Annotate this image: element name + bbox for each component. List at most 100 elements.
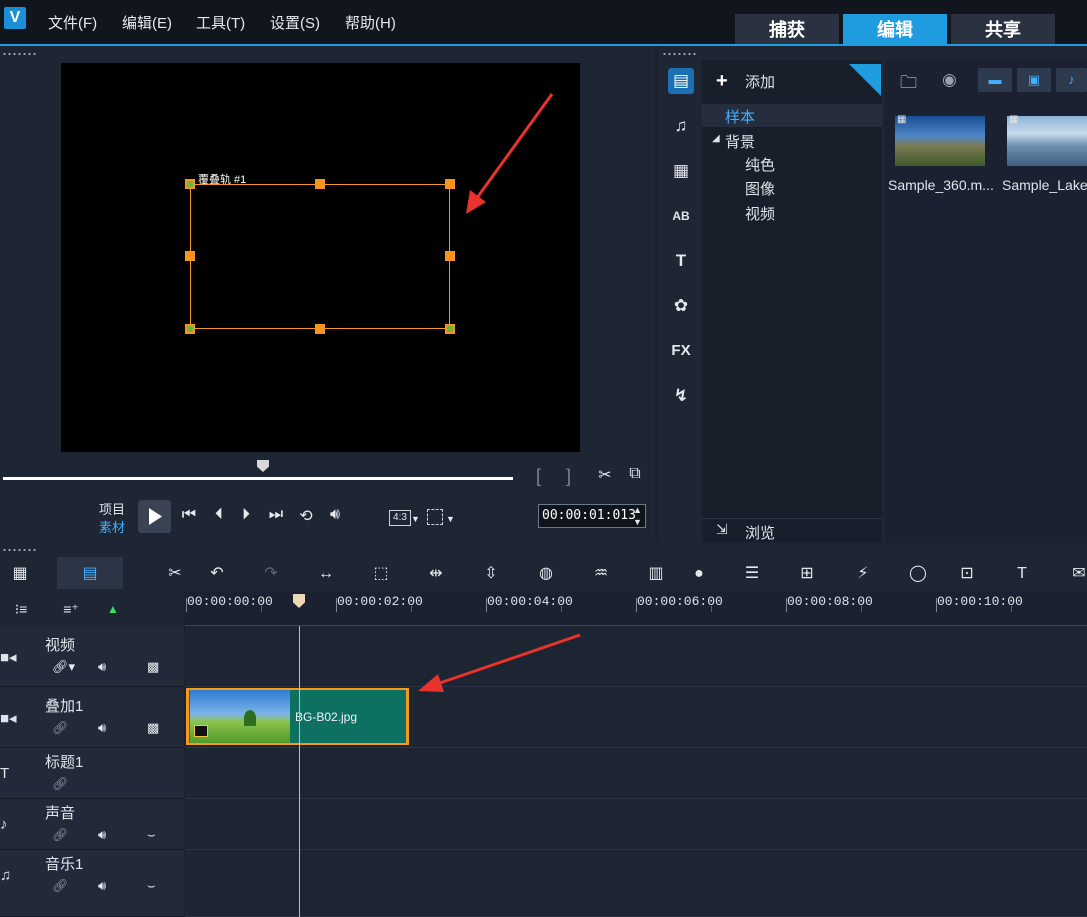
menu-help[interactable]: 帮助(H) xyxy=(345,12,396,33)
subtitle-icon[interactable]: ☰ xyxy=(739,563,765,585)
resize-handle-right[interactable] xyxy=(445,251,455,261)
track-volume-icon[interactable]: 🔊︎ xyxy=(98,720,106,736)
split-screen-icon[interactable]: ⊞ xyxy=(794,563,820,585)
media-library-icon[interactable]: ▤ xyxy=(668,68,694,94)
filter-fx-icon[interactable]: FX xyxy=(668,338,694,364)
aspect-dropdown-icon[interactable]: ▼ xyxy=(411,514,420,524)
resize-handle-bottom-left[interactable] xyxy=(185,324,195,334)
timecode-stepper-icon[interactable]: ▲ ▼ xyxy=(633,504,642,528)
timeline-view-icon[interactable]: ▤ xyxy=(77,563,103,585)
transition-icon[interactable]: ▦ xyxy=(668,158,694,184)
volume-icon[interactable]: 🔊︎ xyxy=(324,506,346,524)
timecode-display[interactable]: 00:00:01:013 xyxy=(538,504,646,528)
overlay-track-header[interactable] xyxy=(0,687,184,748)
fit-width-icon[interactable]: ↔ xyxy=(313,563,339,585)
track-waveform-icon[interactable]: ⌣ xyxy=(147,827,156,843)
play-button[interactable] xyxy=(138,500,171,533)
split-vertical-icon[interactable]: ⇳ xyxy=(478,563,504,585)
instant-project-icon[interactable]: ♫ xyxy=(668,113,694,139)
text-title-icon[interactable]: T xyxy=(668,248,694,274)
audio-waveform-icon[interactable]: ♒ xyxy=(588,563,614,585)
camera-aperture-icon[interactable]: ◉ xyxy=(942,70,957,90)
tab-edit[interactable]: 编辑 xyxy=(843,14,947,44)
video-track-header[interactable] xyxy=(0,626,184,687)
tree-item-background[interactable]: 背景 xyxy=(725,131,755,152)
title-track-header[interactable] xyxy=(0,748,184,799)
track-volume-icon[interactable]: 🔊︎ xyxy=(98,659,106,675)
thumbnail-sample-360[interactable] xyxy=(895,116,985,166)
track-volume-icon[interactable]: 🔊︎ xyxy=(98,827,106,843)
playhead-line[interactable] xyxy=(299,626,300,917)
undo-icon[interactable]: ↶ xyxy=(204,563,230,585)
multicam-icon[interactable]: ▥ xyxy=(643,563,669,585)
path-icon[interactable]: ↯ xyxy=(668,383,694,409)
thumbnail-sample-lake[interactable] xyxy=(1007,116,1087,166)
resize-handle-left[interactable] xyxy=(185,251,195,261)
tab-capture[interactable]: 捕获 xyxy=(735,14,839,44)
mark-in-icon[interactable]: [ xyxy=(536,466,541,487)
music-track-header[interactable] xyxy=(0,850,184,917)
browse-button[interactable]: 浏览 xyxy=(745,522,775,543)
redo-icon[interactable]: ↷ xyxy=(258,563,284,585)
track-waveform-icon[interactable]: ⌣ xyxy=(147,878,156,894)
title-track-lane[interactable] xyxy=(185,748,1087,799)
library-grip-icon[interactable] xyxy=(662,52,696,56)
resize-handle-top[interactable] xyxy=(315,179,325,189)
resize-handle-bottom[interactable] xyxy=(315,324,325,334)
track-transparency-icon[interactable]: ▩ xyxy=(147,659,159,675)
next-frame-icon[interactable]: ⏵ xyxy=(237,506,255,524)
crop-select-icon[interactable] xyxy=(427,509,443,525)
fit-window-icon[interactable]: ⬚ xyxy=(368,563,394,585)
3d-title-icon[interactable]: T xyxy=(1009,563,1035,585)
menu-file[interactable]: 文件(F) xyxy=(48,12,97,33)
add-track-icon[interactable]: ≡⁺ xyxy=(58,598,84,620)
preview-grip-icon[interactable] xyxy=(2,52,36,56)
color-blend-icon[interactable]: ● xyxy=(686,563,712,585)
resize-handle-bottom-right[interactable] xyxy=(445,324,455,334)
track-link-icon[interactable]: 🔗︎ xyxy=(52,720,69,736)
tools-icon[interactable]: ✂ xyxy=(162,563,188,585)
tree-item-solid-color[interactable]: 纯色 xyxy=(745,154,775,175)
voice-track-lane[interactable] xyxy=(185,799,1087,850)
tree-item-image[interactable]: 图像 xyxy=(745,178,775,199)
track-volume-icon[interactable]: 🔊︎ xyxy=(98,878,106,894)
preview-scrubber-track[interactable] xyxy=(3,477,513,480)
resize-handle-top-right[interactable] xyxy=(445,179,455,189)
title-ab-icon[interactable]: AB xyxy=(668,203,694,229)
track-link-icon[interactable]: 🔗︎ xyxy=(52,878,69,894)
music-track-lane[interactable] xyxy=(185,850,1087,917)
voice-track-header[interactable] xyxy=(0,799,184,850)
copy-frame-icon[interactable]: ⧉ xyxy=(624,465,646,483)
crop-dropdown-icon[interactable]: ▼ xyxy=(446,514,455,524)
show-video-icon[interactable]: ▬ xyxy=(978,68,1012,92)
menu-settings[interactable]: 设置(S) xyxy=(270,12,320,33)
pan-zoom-icon[interactable]: ⊡ xyxy=(954,563,980,585)
tree-expand-icon[interactable]: ◢ xyxy=(712,133,720,144)
menu-tools[interactable]: 工具(T) xyxy=(196,12,245,33)
resize-handle-top-left[interactable] xyxy=(185,179,195,189)
more-tools-icon[interactable]: ✉ xyxy=(1066,563,1087,585)
previous-frame-icon[interactable]: ⏴ xyxy=(210,506,228,524)
go-to-start-icon[interactable]: ⏮ xyxy=(180,506,198,524)
show-photo-icon[interactable]: ▣ xyxy=(1017,68,1051,92)
track-link-icon[interactable]: 🔗︎ xyxy=(52,827,69,843)
ripple-edit-icon[interactable]: ▲ xyxy=(100,598,126,620)
repeat-icon[interactable]: ⟲ xyxy=(295,506,317,526)
track-link-icon[interactable]: 🔗︎▾ xyxy=(52,659,75,675)
mode-clip-label[interactable]: 素材 xyxy=(99,517,125,536)
motion-tracking-icon[interactable]: ⚡︎ xyxy=(850,563,876,585)
track-transparency-icon[interactable]: ▩ xyxy=(147,720,159,736)
menu-edit[interactable]: 编辑(E) xyxy=(122,12,172,33)
scissors-icon[interactable]: ✂ xyxy=(594,465,616,485)
tree-item-sample[interactable]: 样本 xyxy=(725,106,755,127)
add-folder-button[interactable]: 添加 xyxy=(745,71,775,92)
video-track-lane[interactable] xyxy=(185,626,1087,687)
graphics-icon[interactable]: ✿ xyxy=(668,293,694,319)
go-to-end-icon[interactable]: ⏭ xyxy=(267,506,285,524)
timeline-grip-icon[interactable] xyxy=(2,548,36,552)
split-horizontal-icon[interactable]: ⇹ xyxy=(423,563,449,585)
mode-project-label[interactable]: 项目 xyxy=(99,499,125,518)
record-capture-icon[interactable]: ◍ xyxy=(533,563,559,585)
track-manager-icon[interactable]: ⁝≡ xyxy=(8,598,34,620)
overlay-selection-box[interactable] xyxy=(190,184,450,329)
